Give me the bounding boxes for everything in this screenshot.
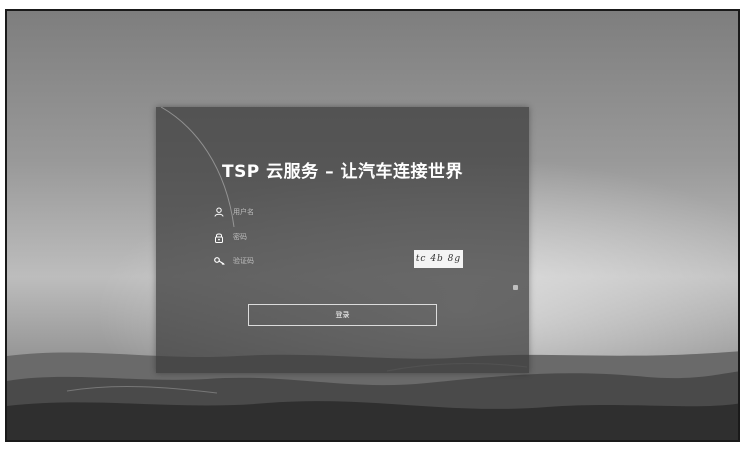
key-icon (213, 255, 225, 267)
captcha-input[interactable] (233, 257, 403, 265)
page-title: TSP 云服务 – 让汽车连接世界 (221, 162, 464, 182)
password-field[interactable] (213, 230, 469, 244)
password-input[interactable] (233, 233, 403, 241)
username-input[interactable] (233, 208, 403, 216)
username-field[interactable] (213, 205, 469, 219)
lock-icon (213, 231, 225, 243)
login-button[interactable]: 登录 (248, 304, 437, 326)
side-indicator[interactable] (513, 285, 518, 290)
captcha-image[interactable]: tc 4b 8g (414, 250, 463, 268)
screen-frame: TSP 云服务 – 让汽车连接世界 用户名 验证码 tc 4b 8g 登录 (5, 9, 740, 442)
login-panel: TSP 云服务 – 让汽车连接世界 用户名 验证码 tc 4b 8g 登录 (156, 107, 529, 373)
user-icon (213, 206, 225, 218)
